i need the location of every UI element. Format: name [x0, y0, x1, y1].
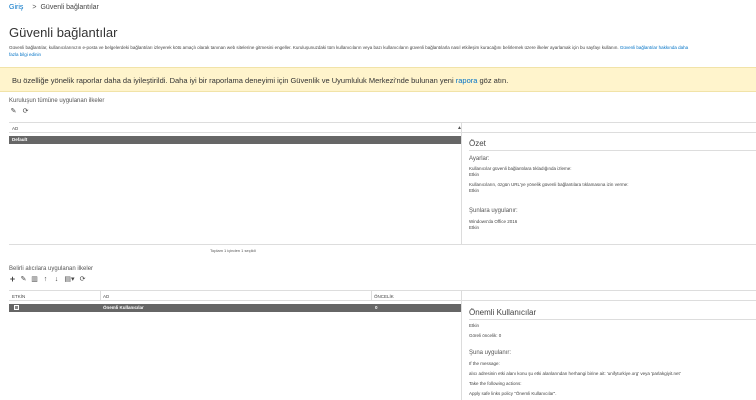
condition-line-1: If the message: — [469, 361, 500, 366]
table-row[interactable]: Önemli Kullanıcılar 0 — [9, 304, 461, 312]
breadcrumb-current: Güvenli bağlantılar — [40, 4, 99, 11]
learn-more-link-part1[interactable]: Güvenli bağlantılar hakkında daha — [620, 45, 688, 50]
detail-applies-label: Şunlara uygulanır: — [469, 208, 518, 214]
column-header-name[interactable]: AD — [12, 126, 18, 131]
setting1-value: Etkin — [469, 172, 480, 177]
policy-name: Default — [12, 137, 28, 142]
recipient-policies-label: Belirli alıcılara uygulanan ilkeler — [9, 266, 94, 272]
column-header-priority[interactable]: ÖNCELİK — [374, 294, 394, 299]
page-title: Güvenli bağlantılar — [9, 25, 118, 40]
add-icon[interactable]: + — [9, 275, 16, 284]
detail-title: Önemli Kullanıcılar — [469, 308, 537, 317]
applies-item-2: Etkin — [469, 225, 480, 230]
org-policies-toolbar: ✎ ⟳ — [10, 108, 29, 115]
selection-count: Toplam 1 içinden 1 seçildi — [210, 248, 256, 253]
breadcrumb-home-link[interactable]: Giriş — [9, 4, 23, 11]
recipient-policies-grid-header: ETKİN AD ÖNCELİK — [9, 290, 756, 301]
export-icon[interactable]: ▤▾ — [64, 276, 75, 283]
setting2-value: Etkin — [469, 188, 480, 193]
recipient-policies-toolbar: + ✎ ▥ ↑ ↓ ▤▾ ⟳ — [9, 275, 86, 284]
breadcrumb-separator: > — [32, 4, 37, 11]
policy-priority: 0 — [375, 305, 378, 310]
action-line-2: Apply safe links policy "Önemli Kullanıc… — [469, 391, 557, 396]
detail-priority: Göreli öncelik: 0 — [469, 333, 502, 338]
org-policies-label: Kuruluşun tümüne uygulanan ilkeler — [9, 98, 105, 104]
detail-title: Özet — [469, 139, 486, 148]
org-pane-divider — [461, 122, 462, 245]
report-info-banner: Bu özelliğe yönelik raporlar daha da iyi… — [0, 67, 756, 92]
org-grid-bottom-border — [9, 244, 756, 245]
column-header-name[interactable]: AD — [103, 294, 109, 299]
refresh-icon[interactable]: ⟳ — [79, 276, 86, 283]
condition-line-2: alıcı adresinin etki alanı konu şu etki … — [469, 371, 681, 376]
move-down-icon[interactable]: ↓ — [53, 276, 60, 283]
setting2-label: Kullanıcıların, özgün URL'ye yönelik güv… — [469, 182, 629, 187]
breadcrumb: Giriş > Güvenli bağlantılar — [9, 4, 99, 11]
setting1-label: Kullanıcılar güvenli bağlantılara tıklad… — [469, 166, 572, 171]
refresh-icon[interactable]: ⟳ — [22, 108, 29, 115]
page-description: Güvenli bağlantılar, kullanıcılarınızın … — [9, 44, 756, 58]
page-description-text: Güvenli bağlantılar, kullanıcılarınızın … — [9, 45, 619, 50]
delete-icon[interactable]: ▥ — [31, 276, 38, 283]
column-divider — [371, 290, 372, 301]
detail-status: Etkin — [469, 323, 480, 328]
banner-report-link[interactable]: rapora — [456, 76, 478, 85]
detail-title-underline — [469, 319, 756, 320]
enabled-checkbox[interactable] — [14, 305, 19, 310]
org-policies-grid-header: AD ▲ — [9, 122, 756, 133]
detail-applies-label: Şuna uygulanır: — [469, 350, 512, 356]
banner-text-after: göz atın. — [477, 76, 509, 85]
detail-title-underline — [469, 150, 756, 151]
edit-icon[interactable]: ✎ — [10, 108, 17, 115]
table-row[interactable]: Default — [9, 136, 461, 144]
banner-text-before: Bu özelliğe yönelik raporlar daha da iyi… — [12, 76, 456, 85]
action-line-1: Take the following actions: — [469, 381, 522, 386]
column-header-on[interactable]: ETKİN — [12, 294, 25, 299]
detail-settings-label: Ayarlar: — [469, 156, 490, 162]
recipient-pane-divider — [461, 290, 462, 400]
column-divider — [100, 290, 101, 301]
policy-name: Önemli Kullanıcılar — [103, 305, 144, 310]
learn-more-link-part2[interactable]: fazla bilgi edinin — [9, 52, 41, 57]
move-up-icon[interactable]: ↑ — [42, 276, 49, 283]
edit-icon[interactable]: ✎ — [20, 276, 27, 283]
